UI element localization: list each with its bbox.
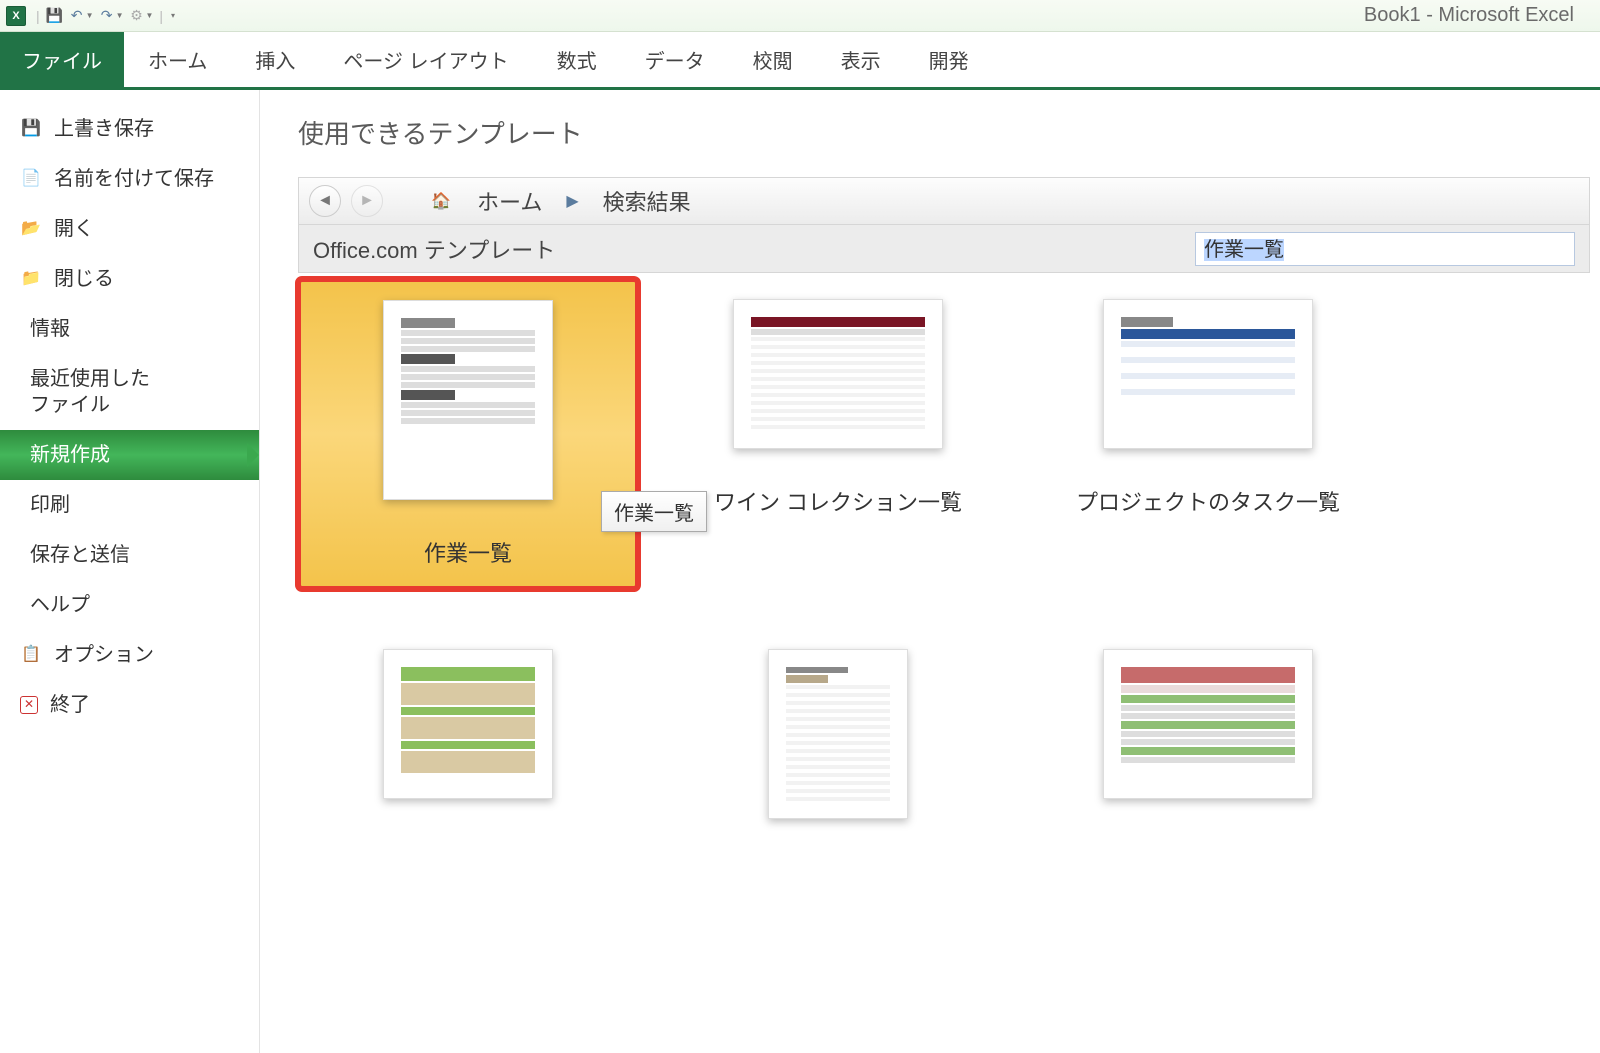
template-item[interactable] xyxy=(1038,629,1378,875)
tab-insert[interactable]: 挿入 xyxy=(231,32,319,87)
tab-file[interactable]: ファイル xyxy=(0,32,124,87)
backstage-sidebar: 💾 上書き保存 📄 名前を付けて保存 📂 開く 📁 閉じる 情報 最近使用した … xyxy=(0,90,260,1053)
sidebar-item-label: 新規作成 xyxy=(30,442,110,468)
breadcrumb-current: 検索結果 xyxy=(595,185,699,217)
sidebar-item-label: 最近使用した ファイル xyxy=(30,366,150,418)
qat-undo-button[interactable]: ↶ xyxy=(66,5,88,27)
sidebar-item-label: オプション xyxy=(54,642,154,668)
template-thumbnail xyxy=(383,649,553,799)
qat-customize-dropdown[interactable]: ▾ xyxy=(171,11,175,20)
sidebar-item-label: 情報 xyxy=(30,316,70,342)
template-item[interactable]: 作業一覧 作業一覧 xyxy=(298,279,638,589)
qat-redo-button[interactable]: ↷ xyxy=(96,5,118,27)
sidebar-item-save[interactable]: 💾 上書き保存 xyxy=(0,104,259,154)
redo-icon: ↷ xyxy=(101,7,113,24)
qat-save-button[interactable]: 💾 xyxy=(44,5,66,27)
chevron-right-icon: ▶ xyxy=(566,191,578,211)
sidebar-item-label: 名前を付けて保存 xyxy=(54,166,214,192)
content-pane: 使用できるテンプレート ◄ ► 🏠 ホーム ▶ 検索結果 Office.com … xyxy=(260,90,1600,1053)
nav-back-button[interactable]: ◄ xyxy=(309,185,341,217)
title-bar: X | 💾 ↶ ▼ ↷ ▼ ⚙ ▼ | ▾ Book1 - Microsoft … xyxy=(0,0,1600,32)
options-icon: 📋 xyxy=(20,644,42,666)
window-title: Book1 - Microsoft Excel xyxy=(177,4,1594,27)
section-label: Office.com テンプレート xyxy=(313,233,555,265)
sidebar-item-save-as[interactable]: 📄 名前を付けて保存 xyxy=(0,154,259,204)
template-label: ワイン コレクション一覧 xyxy=(714,485,962,517)
tab-developer[interactable]: 開発 xyxy=(905,32,993,87)
template-navbar: ◄ ► 🏠 ホーム ▶ 検索結果 xyxy=(298,177,1590,225)
exit-icon: ✕ xyxy=(20,696,38,714)
template-thumbnail xyxy=(1103,649,1313,799)
tab-home[interactable]: ホーム xyxy=(124,32,231,87)
sidebar-item-label: 保存と送信 xyxy=(30,542,130,568)
chevron-down-icon[interactable]: ▼ xyxy=(116,11,124,20)
chevron-down-icon[interactable]: ▼ xyxy=(86,11,94,20)
template-search-input[interactable]: 作業一覧 xyxy=(1195,232,1575,266)
chevron-down-icon[interactable]: ▼ xyxy=(145,11,153,20)
template-thumbnail xyxy=(1103,299,1313,449)
ribbon-tabs: ファイル ホーム 挿入 ページ レイアウト 数式 データ 校閲 表示 開発 xyxy=(0,32,1600,90)
template-thumbnail xyxy=(733,299,943,449)
template-label: 作業一覧 xyxy=(424,536,512,568)
folder-icon: 📁 xyxy=(20,268,42,290)
sidebar-item-open[interactable]: 📂 開く xyxy=(0,204,259,254)
tab-review[interactable]: 校閲 xyxy=(729,32,817,87)
tab-formulas[interactable]: 数式 xyxy=(533,32,621,87)
qat-custom-button[interactable]: ⚙ xyxy=(125,5,147,27)
page-heading: 使用できるテンプレート xyxy=(298,114,1590,151)
home-icon: 🏠 xyxy=(431,191,451,211)
section-bar: Office.com テンプレート 作業一覧 xyxy=(298,225,1590,273)
tab-page-layout[interactable]: ページ レイアウト xyxy=(319,32,532,87)
tab-data[interactable]: データ xyxy=(621,32,729,87)
arrow-right-icon: ► xyxy=(359,192,375,210)
sidebar-item-share[interactable]: 保存と送信 xyxy=(0,530,259,580)
template-item[interactable]: プロジェクトのタスク一覧 xyxy=(1038,279,1378,589)
undo-icon: ↶ xyxy=(71,7,83,24)
sidebar-item-print[interactable]: 印刷 xyxy=(0,480,259,530)
sidebar-item-exit[interactable]: ✕ 終了 xyxy=(0,680,259,730)
sidebar-item-label: 上書き保存 xyxy=(54,116,154,142)
excel-logo-icon: X xyxy=(6,6,26,26)
sidebar-item-label: ヘルプ xyxy=(30,592,90,618)
tab-view[interactable]: 表示 xyxy=(817,32,905,87)
save-as-icon: 📄 xyxy=(20,168,42,190)
template-grid: 作業一覧 作業一覧 ワイン コレクション一覧 xyxy=(298,273,1590,875)
sidebar-item-label: 印刷 xyxy=(30,492,70,518)
breadcrumb-home[interactable]: ホーム xyxy=(469,185,550,217)
template-thumbnail xyxy=(383,300,553,500)
nav-home-button[interactable]: 🏠 xyxy=(423,185,459,217)
template-item[interactable] xyxy=(668,629,1008,875)
sidebar-item-help[interactable]: ヘルプ xyxy=(0,580,259,630)
qat-separator: | xyxy=(36,8,40,24)
gear-icon: ⚙ xyxy=(130,7,143,24)
qat-separator: | xyxy=(159,8,163,24)
nav-forward-button[interactable]: ► xyxy=(351,185,383,217)
search-value: 作業一覧 xyxy=(1204,239,1284,261)
arrow-left-icon: ◄ xyxy=(317,192,333,210)
sidebar-item-label: 開く xyxy=(54,216,94,242)
sidebar-item-new[interactable]: 新規作成 xyxy=(0,430,259,480)
sidebar-item-label: 閉じる xyxy=(54,266,114,292)
folder-open-icon: 📂 xyxy=(20,218,42,240)
sidebar-item-options[interactable]: 📋 オプション xyxy=(0,630,259,680)
sidebar-item-close[interactable]: 📁 閉じる xyxy=(0,254,259,304)
sidebar-item-info[interactable]: 情報 xyxy=(0,304,259,354)
save-icon: 💾 xyxy=(46,7,63,24)
sidebar-item-recent[interactable]: 最近使用した ファイル xyxy=(0,354,259,430)
sidebar-item-label: 終了 xyxy=(50,692,90,718)
template-item[interactable] xyxy=(298,629,638,875)
template-thumbnail xyxy=(768,649,908,819)
template-label: プロジェクトのタスク一覧 xyxy=(1076,485,1340,517)
template-item[interactable]: ワイン コレクション一覧 xyxy=(668,279,1008,589)
save-icon: 💾 xyxy=(20,118,42,140)
